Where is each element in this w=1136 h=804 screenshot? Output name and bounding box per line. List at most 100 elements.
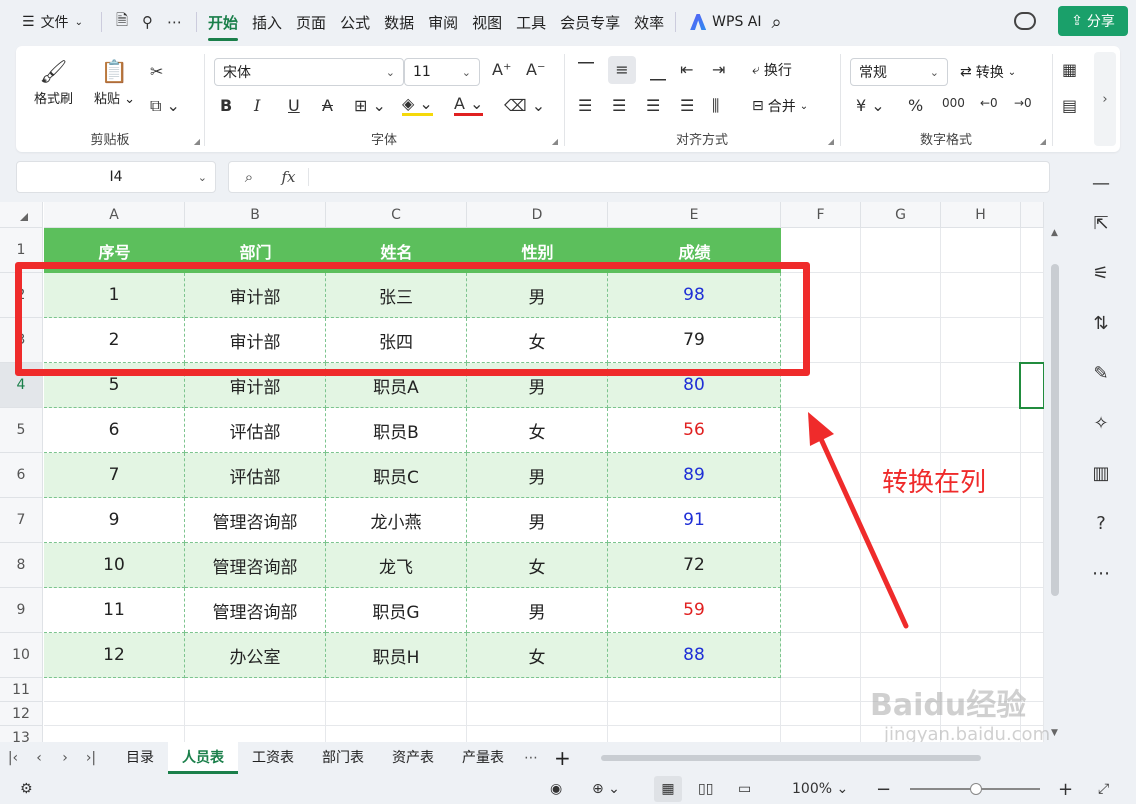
table-cell[interactable] xyxy=(326,678,467,702)
table-cell[interactable]: 评估部 xyxy=(185,408,326,453)
row-header[interactable]: 8 xyxy=(0,543,43,588)
decrease-font-icon[interactable]: A⁻ xyxy=(526,60,545,79)
table-cell[interactable] xyxy=(608,678,781,702)
menu-tab[interactable]: 公式 xyxy=(333,12,377,33)
row-header[interactable]: 7 xyxy=(0,498,43,543)
table-cell[interactable] xyxy=(1021,453,1044,498)
save-icon[interactable]: 🗎 xyxy=(116,10,128,35)
table-cell[interactable] xyxy=(467,702,608,726)
tools-icon[interactable]: ✧ xyxy=(1088,410,1114,436)
formula-input[interactable] xyxy=(309,162,1049,192)
align-left-icon[interactable]: ☰ xyxy=(578,96,592,115)
selected-cell[interactable] xyxy=(1019,362,1044,409)
paste-button[interactable]: 📋 粘贴 ⌄ xyxy=(94,58,135,107)
row-header[interactable]: 10 xyxy=(0,633,43,678)
format-brush-icon[interactable]: ⚲ xyxy=(142,13,153,31)
table-cell[interactable] xyxy=(941,588,1021,633)
table-cell[interactable] xyxy=(941,318,1021,363)
sheet-tab[interactable]: 资产表 xyxy=(378,742,448,774)
column-header[interactable] xyxy=(1021,202,1044,228)
row-header[interactable]: 11 xyxy=(0,678,43,702)
table-cell[interactable] xyxy=(1021,228,1044,273)
table-cell[interactable]: 管理咨询部 xyxy=(185,588,326,633)
table-cell[interactable] xyxy=(941,273,1021,318)
convert-panel-icon[interactable]: ⇅ xyxy=(1088,310,1114,336)
table-cell[interactable]: 办公室 xyxy=(185,633,326,678)
help-icon[interactable]: ? xyxy=(1088,510,1114,536)
dialog-launcher-icon[interactable]: ◢ xyxy=(552,137,558,146)
bold-icon[interactable]: B xyxy=(220,96,232,115)
table-cell[interactable]: 职员H xyxy=(326,633,467,678)
table-cell[interactable] xyxy=(1021,318,1044,363)
table-cell[interactable]: 12 xyxy=(44,633,185,678)
scrollbar-thumb[interactable] xyxy=(1051,264,1059,596)
horizontal-scrollbar[interactable] xyxy=(600,755,981,761)
table-cell[interactable]: 9 xyxy=(44,498,185,543)
table-cell[interactable]: 59 xyxy=(608,588,781,633)
wrap-text-button[interactable]: ⤶ 换行 xyxy=(752,60,792,80)
table-cell[interactable]: 女 xyxy=(467,408,608,453)
table-cell[interactable] xyxy=(941,228,1021,273)
table-cell[interactable]: 评估部 xyxy=(185,453,326,498)
column-header[interactable]: F xyxy=(781,202,861,228)
fx-icon[interactable]: fx xyxy=(269,168,309,186)
table-cell[interactable]: 男 xyxy=(467,453,608,498)
table-cell[interactable] xyxy=(941,408,1021,453)
number-format-select[interactable]: 常规 ⌄ xyxy=(850,58,948,86)
table-cell[interactable]: 职员B xyxy=(326,408,467,453)
collapse-icon[interactable]: — xyxy=(1088,170,1114,196)
filter-settings-icon[interactable]: ⚟ xyxy=(1088,260,1114,286)
menu-tab[interactable]: 数据 xyxy=(377,12,421,33)
zoom-slider[interactable] xyxy=(910,783,1040,795)
zoom-in-icon[interactable]: + xyxy=(1058,779,1073,800)
menu-tab[interactable]: 工具 xyxy=(509,12,553,33)
first-sheet-icon[interactable]: |‹ xyxy=(0,750,26,766)
dialog-launcher-icon[interactable]: ◢ xyxy=(828,137,834,146)
copy-icon[interactable]: ⧉ ⌄ xyxy=(150,96,180,116)
table-cell[interactable] xyxy=(861,318,941,363)
font-name-select[interactable]: 宋体 ⌄ xyxy=(214,58,404,86)
row-header[interactable]: 12 xyxy=(0,702,43,726)
decrease-decimal-icon[interactable]: →0 xyxy=(1014,96,1032,110)
column-header[interactable]: B xyxy=(185,202,326,228)
table-cell[interactable] xyxy=(44,678,185,702)
page-layout-view-icon[interactable]: ▯▯ xyxy=(698,781,713,797)
book-icon[interactable]: ▥ xyxy=(1088,460,1114,486)
sheet-tab[interactable]: 目录 xyxy=(112,742,168,774)
vertical-scrollbar[interactable]: ▲ ▼ xyxy=(1048,228,1062,738)
table-cell[interactable]: 龙飞 xyxy=(326,543,467,588)
menu-tab[interactable]: 会员专享 xyxy=(553,12,627,33)
row-header[interactable]: 6 xyxy=(0,453,43,498)
thousands-icon[interactable]: 000 xyxy=(942,96,965,110)
table-cell[interactable]: 管理咨询部 xyxy=(185,498,326,543)
table-cell[interactable] xyxy=(861,273,941,318)
sheet-tab[interactable]: 部门表 xyxy=(308,742,378,774)
fill-color-icon[interactable]: ◈ ⌄ xyxy=(402,94,433,116)
underline-icon[interactable]: U xyxy=(288,96,300,115)
table-cell[interactable]: 女 xyxy=(467,633,608,678)
indent-increase-icon[interactable]: ⇥ xyxy=(712,60,725,79)
distributed-icon[interactable]: ⫼ xyxy=(712,96,719,116)
file-menu[interactable]: ☰ 文件 ⌄ xyxy=(0,12,97,32)
format-painter-button[interactable]: 🖌 格式刷 xyxy=(34,58,73,107)
align-top-icon[interactable]: ⎺ xyxy=(578,60,594,80)
scroll-down-icon[interactable]: ▼ xyxy=(1051,728,1058,738)
table-cell[interactable]: 91 xyxy=(608,498,781,543)
column-header[interactable]: C xyxy=(326,202,467,228)
menu-tab[interactable]: 效率 xyxy=(627,12,671,33)
select-cursor-icon[interactable]: ⇱ xyxy=(1088,210,1114,236)
more-sheets-icon[interactable]: ⋯ xyxy=(518,750,544,766)
table-cell[interactable]: 管理咨询部 xyxy=(185,543,326,588)
dialog-launcher-icon[interactable]: ◢ xyxy=(1040,137,1046,146)
sheet-tab[interactable]: 产量表 xyxy=(448,742,518,774)
table-cell[interactable] xyxy=(1021,498,1044,543)
table-cell[interactable] xyxy=(326,726,467,742)
table-cell[interactable]: 11 xyxy=(44,588,185,633)
table-cell[interactable] xyxy=(185,726,326,742)
last-sheet-icon[interactable]: ›| xyxy=(78,750,104,766)
table-cell[interactable] xyxy=(1021,543,1044,588)
currency-icon[interactable]: ¥ ⌄ xyxy=(856,96,885,115)
table-cell[interactable] xyxy=(781,702,861,726)
table-cell[interactable] xyxy=(941,633,1021,678)
column-header[interactable]: A xyxy=(44,202,185,228)
